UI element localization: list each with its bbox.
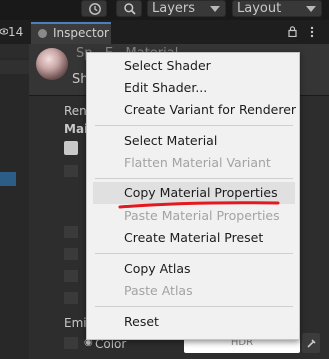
texture-slot[interactable]: [64, 226, 78, 238]
menu-separator: [95, 125, 293, 126]
menu-item-select-shader[interactable]: Select Shader: [124, 57, 211, 75]
texture-slot[interactable]: [64, 248, 78, 260]
emission-label: Emi: [64, 316, 87, 330]
eyedropper-button[interactable]: [302, 333, 320, 353]
info-icon: [38, 29, 47, 38]
menu-item-copy-atlas[interactable]: Copy Atlas: [124, 260, 191, 278]
menu-item-paste-atlas: Paste Atlas: [124, 283, 193, 298]
hierarchy-count: 14: [8, 25, 24, 39]
texture-slot[interactable]: [64, 165, 78, 177]
layout-dropdown[interactable]: Layout: [232, 0, 322, 17]
hierarchy-row[interactable]: [0, 60, 29, 74]
menu-item-create-variant[interactable]: Create Variant for Renderer: [124, 101, 296, 119]
history-button[interactable]: [81, 0, 107, 17]
menu-item-reset[interactable]: Reset: [124, 313, 159, 331]
search-button[interactable]: [116, 0, 142, 17]
tab-inspector-label: Inspector: [53, 26, 109, 40]
chevron-down-icon: [306, 6, 316, 12]
visibility-icon[interactable]: [0, 27, 8, 36]
rendering-label: Ren: [64, 104, 87, 118]
annotation-underline: [118, 201, 280, 209]
menu-item-edit-shader[interactable]: Edit Shader...: [124, 79, 207, 97]
tab-inspector[interactable]: Inspector: [31, 22, 111, 44]
kebab-menu-icon[interactable]: [310, 26, 314, 38]
material-preview-sphere: [36, 48, 68, 80]
menu-separator: [95, 178, 293, 179]
hierarchy-row[interactable]: [0, 44, 29, 58]
main-maps-label: Mai: [64, 122, 89, 136]
texture-slot[interactable]: [64, 337, 78, 349]
menu-item-create-material-preset[interactable]: Create Material Preset: [124, 229, 263, 247]
menu-separator: [95, 306, 293, 307]
texture-slot[interactable]: [64, 270, 78, 282]
menu-item-select-material[interactable]: Select Material: [124, 132, 217, 150]
chevron-down-icon: [210, 6, 220, 12]
layers-dropdown-label: Layers: [152, 1, 196, 16]
layers-dropdown[interactable]: Layers: [147, 0, 226, 17]
hierarchy-selected-row[interactable]: [0, 172, 16, 186]
layout-dropdown-label: Layout: [237, 1, 282, 16]
lock-icon[interactable]: [288, 26, 297, 37]
menu-separator: [95, 253, 293, 254]
eyedropper-icon: [307, 339, 316, 348]
menu-item-flatten-material-variant: Flatten Material Variant: [124, 155, 271, 170]
albedo-texture-slot[interactable]: [64, 141, 78, 155]
search-icon: [124, 3, 136, 15]
texture-slot[interactable]: [64, 292, 78, 304]
history-icon: [89, 3, 101, 15]
